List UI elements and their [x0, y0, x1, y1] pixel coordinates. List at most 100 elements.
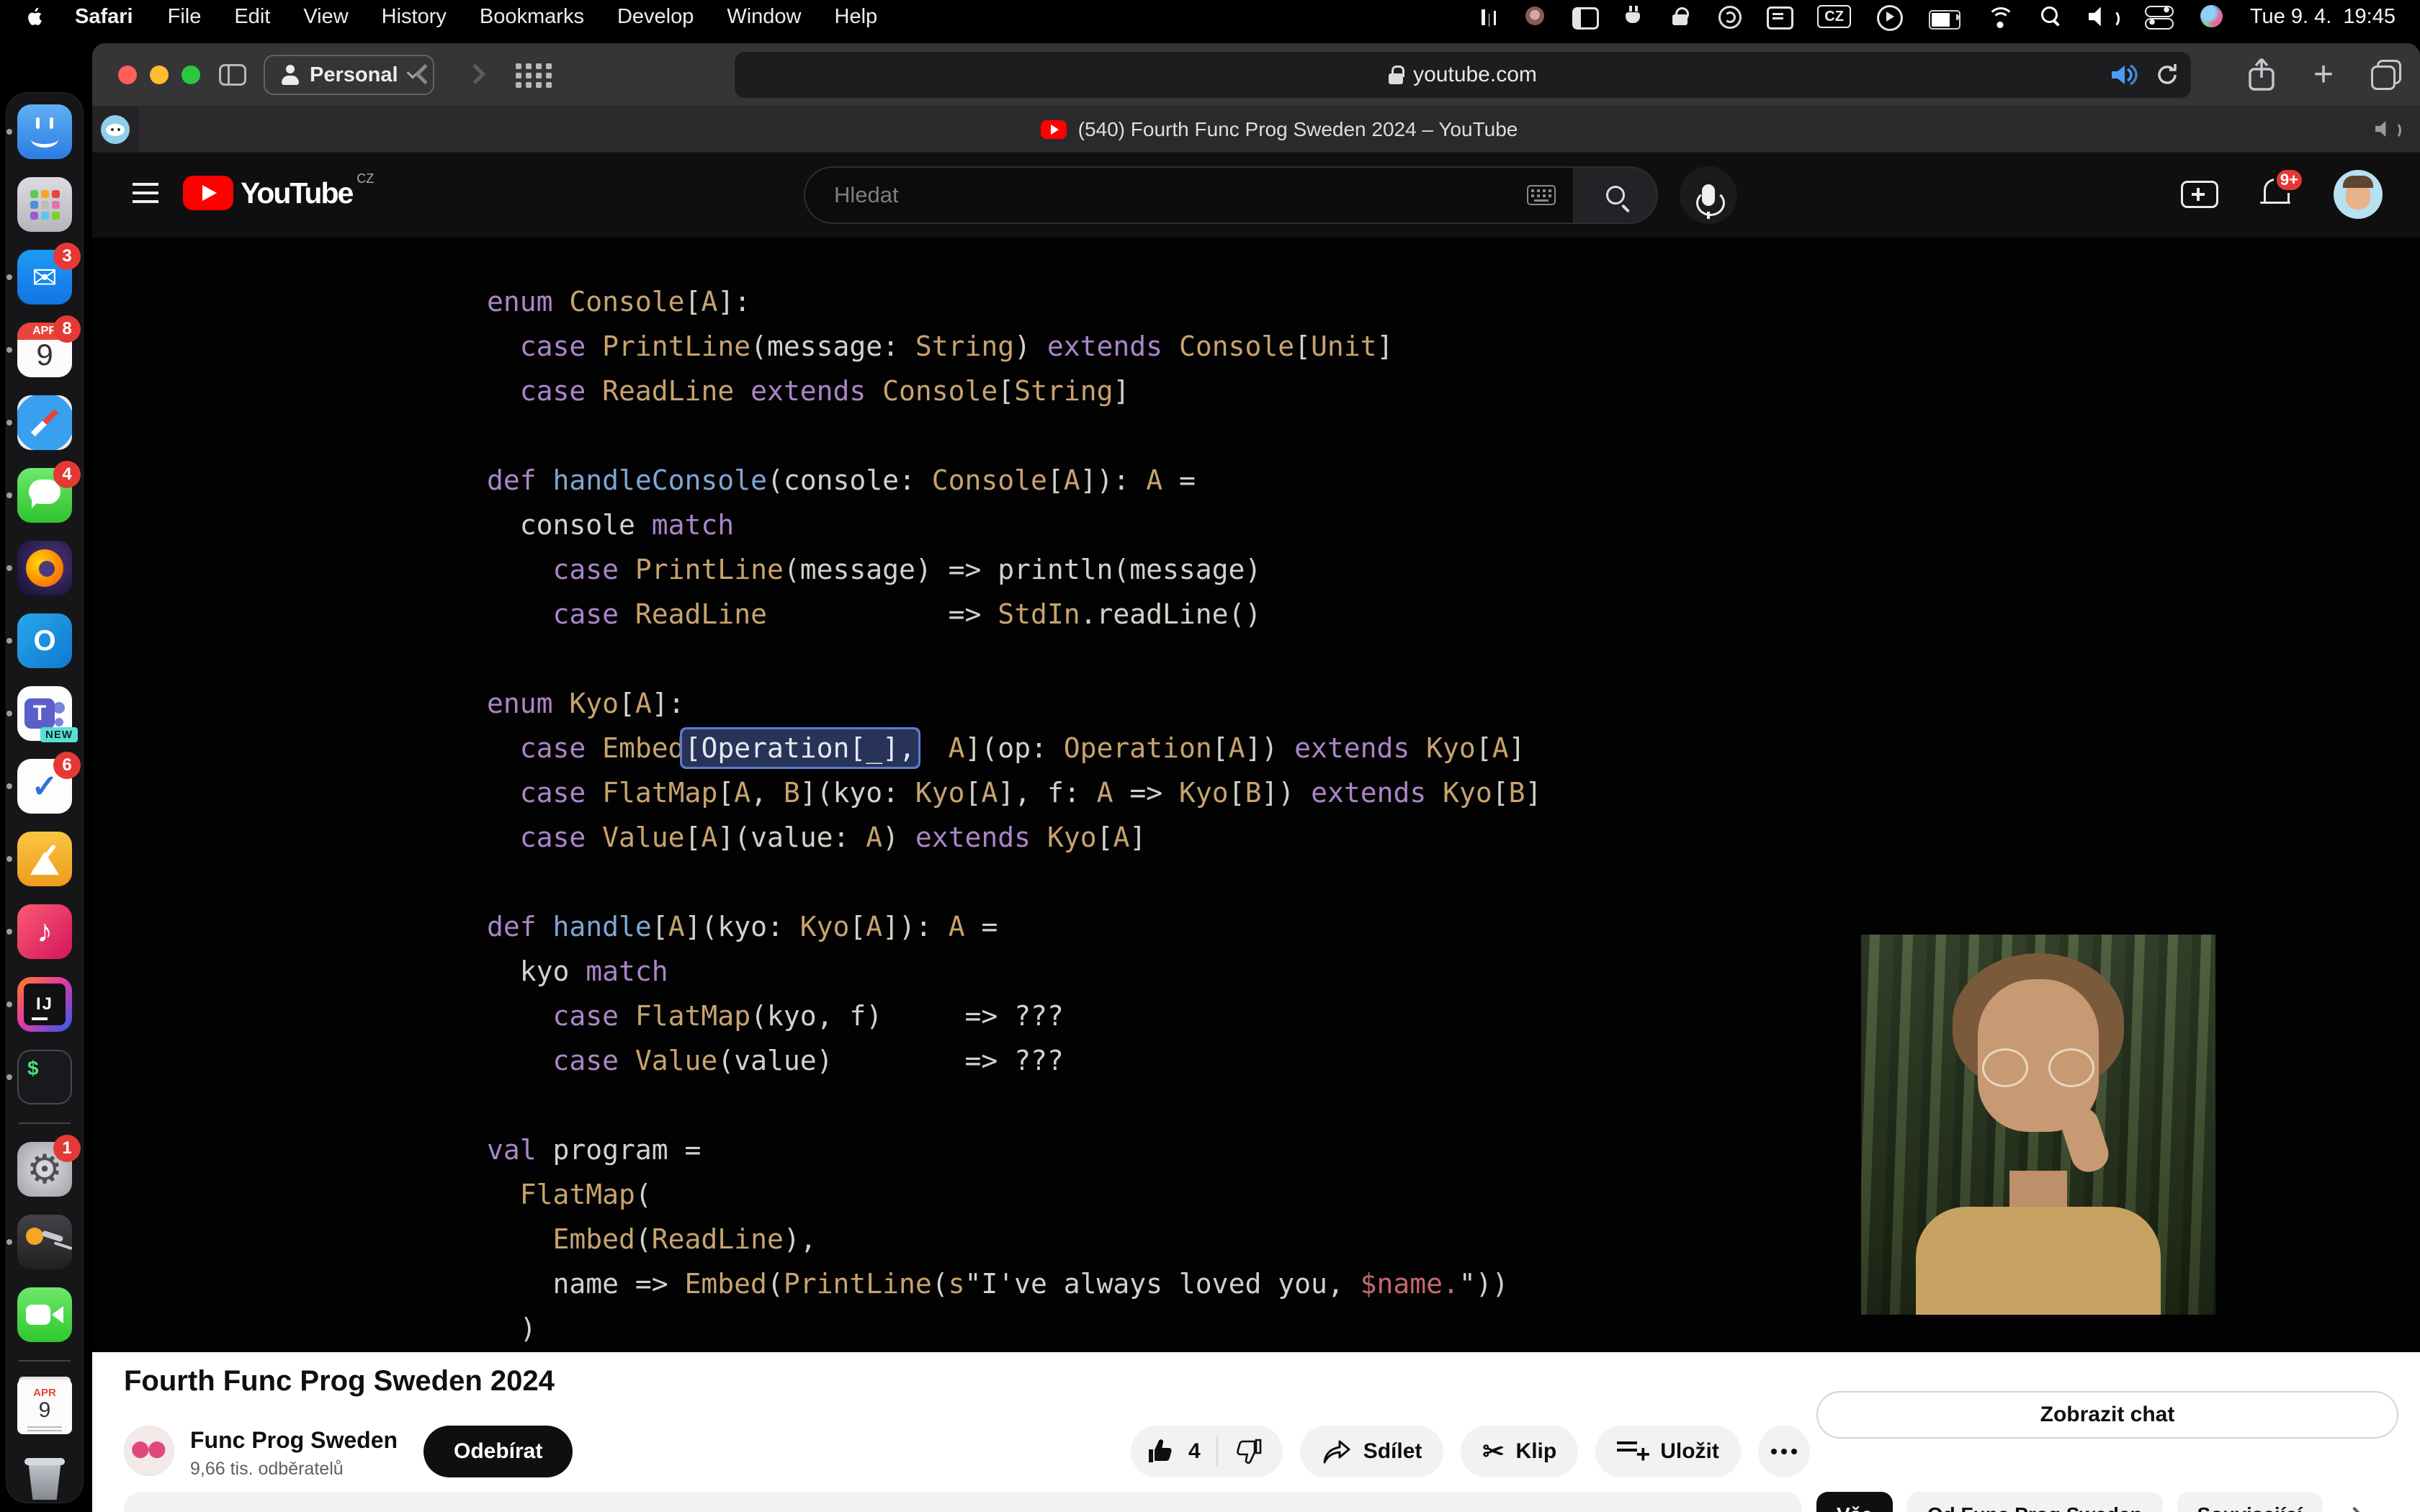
chips-scroll-right-icon[interactable]	[2347, 1507, 2363, 1512]
channel-name[interactable]: Func Prog Sweden	[190, 1427, 398, 1454]
window-zoom-button[interactable]	[182, 66, 200, 84]
chip-3[interactable]: Související	[2177, 1492, 2323, 1512]
menu-app-name[interactable]: Safari	[75, 5, 133, 29]
tab-overview-icon[interactable]	[2371, 60, 2401, 90]
save-button[interactable]: Uložit	[1595, 1426, 1741, 1477]
tab-audio-icon[interactable]	[2110, 63, 2139, 87]
keyboard-icon[interactable]	[1527, 185, 1556, 205]
dock-item-calendar[interactable]: APR98	[17, 323, 72, 377]
siri-icon[interactable]	[2200, 4, 2224, 30]
intellij-app-icon: IJ	[17, 977, 72, 1032]
share-button[interactable]: Sdílet	[1300, 1426, 1444, 1477]
filter-chips: Vše Od Func Prog Sweden Související	[1816, 1492, 2360, 1512]
youtube-favicon	[1041, 120, 1067, 139]
voice-search-button[interactable]	[1680, 166, 1737, 224]
text-scan-icon[interactable]	[1767, 4, 1791, 30]
dock-item-firefox[interactable]	[17, 541, 72, 595]
menu-item-help[interactable]: Help	[835, 5, 878, 28]
dock-item-messages[interactable]: 4	[17, 468, 72, 523]
subscribe-button[interactable]: Odebírat	[424, 1426, 573, 1477]
battery-icon[interactable]	[1929, 4, 1960, 30]
dock-item-launchpad[interactable]	[17, 177, 72, 232]
notification-badge: 3	[53, 243, 81, 270]
menu-status-icons: CZ Tue 9. 4. 19:45	[1480, 0, 2396, 33]
power-adapter-icon[interactable]	[1623, 4, 1644, 30]
menu-item-window[interactable]: Window	[727, 5, 801, 28]
input-source-icon[interactable]: CZ	[1817, 5, 1851, 28]
dock-item-safari[interactable]	[17, 395, 72, 450]
control-center-icon[interactable]	[2145, 4, 2174, 30]
dock-item-intellij[interactable]: IJ	[17, 977, 72, 1032]
pinned-tab-reddit[interactable]	[92, 107, 138, 152]
video-player[interactable]: enum Console[A]: case PrintLine(message:…	[92, 238, 2420, 1352]
hamburger-menu-icon[interactable]	[133, 183, 158, 186]
search-button[interactable]	[1573, 166, 1658, 224]
keychain-app-icon	[17, 1215, 72, 1269]
dock-item-bear[interactable]	[17, 832, 72, 886]
thumbs-down-icon[interactable]	[1234, 1437, 1264, 1466]
microphone-icon	[1702, 184, 1715, 206]
menu-item-edit[interactable]: Edit	[234, 5, 270, 28]
window-close-button[interactable]	[118, 66, 137, 84]
youtube-logo[interactable]: YouTube CZ	[183, 176, 374, 210]
code-line: case FlatMap(kyo, f) => ???	[487, 994, 1541, 1038]
tab-overview-grid-icon[interactable]	[516, 63, 521, 69]
search-input[interactable]	[833, 181, 1527, 209]
notifications-bell-icon[interactable]: 9+	[2259, 176, 2293, 213]
dock-item-keychain[interactable]	[17, 1215, 72, 1269]
channel-avatar[interactable]	[124, 1426, 174, 1476]
description-box[interactable]	[124, 1492, 1802, 1512]
sidebar-toggle-icon[interactable]	[219, 64, 246, 86]
create-video-icon[interactable]	[2181, 181, 2218, 208]
menu-items: File Edit View History Bookmarks Develop Windo…	[168, 5, 911, 29]
thumbs-up-icon[interactable]	[1147, 1437, 1177, 1466]
menu-item-develop[interactable]: Develop	[617, 5, 694, 28]
code-line: def handle[A](kyo: Kyo[A]): A =	[487, 904, 1541, 949]
dock-item-settings[interactable]: ⚙1	[17, 1142, 72, 1197]
spotlight-icon[interactable]	[2040, 4, 2063, 30]
tab-title: (540) Fourth Func Prog Sweden 2024 – You…	[1078, 118, 1518, 141]
seal-badge-icon[interactable]	[1525, 4, 1546, 30]
dock-item-music[interactable]: ♪	[17, 904, 72, 959]
youtube-logo-text: YouTube	[241, 176, 352, 210]
more-actions-button[interactable]	[1758, 1426, 1810, 1477]
search-box[interactable]	[804, 166, 1573, 224]
tab-speaker-icon[interactable]	[2375, 118, 2400, 140]
profile-button[interactable]: Personal	[264, 55, 434, 95]
active-tab[interactable]: (540) Fourth Func Prog Sweden 2024 – You…	[138, 107, 2420, 152]
show-chat-button[interactable]: Zobrazit chat	[1816, 1391, 2398, 1439]
window-minimize-button[interactable]	[150, 66, 169, 84]
wifi-icon[interactable]	[1986, 4, 2014, 30]
dock-item-mail[interactable]: ✉3	[17, 250, 72, 305]
chip-1[interactable]: Vše	[1816, 1492, 1893, 1512]
forward-button[interactable]	[465, 64, 485, 84]
chip-2[interactable]: Od Func Prog Sweden	[1907, 1492, 2163, 1512]
code-line	[487, 860, 1541, 904]
dock-item-terminal[interactable]: $	[17, 1050, 72, 1104]
new-tab-icon[interactable]: +	[2313, 60, 2334, 89]
dock-item-outlook[interactable]: O	[17, 613, 72, 668]
share-icon[interactable]	[2247, 58, 2276, 92]
clip-button[interactable]: ✂ Klip	[1461, 1426, 1578, 1477]
dock-item-facetime[interactable]	[17, 1287, 72, 1342]
apple-menu-icon[interactable]	[24, 4, 46, 30]
url-field[interactable]: youtube.com	[735, 52, 2191, 98]
menu-item-bookmarks[interactable]: Bookmarks	[480, 5, 584, 28]
menu-clock[interactable]: Tue 9. 4. 19:45	[2250, 5, 2396, 29]
volume-icon[interactable]	[2089, 4, 2119, 30]
dock-item-trash[interactable]	[17, 1452, 72, 1507]
lock-edit-icon[interactable]	[1670, 4, 1692, 30]
spiral-icon[interactable]	[1718, 4, 1741, 30]
dock-item-finder[interactable]	[17, 104, 72, 159]
dock-item-things[interactable]: ✓6	[17, 759, 72, 814]
dock-item-eventfile[interactable]: APR9	[17, 1380, 72, 1434]
now-playing-icon[interactable]	[1480, 4, 1499, 30]
dock-item-teams[interactable]: TNEW	[17, 686, 72, 741]
menu-item-file[interactable]: File	[168, 5, 202, 28]
play-status-icon[interactable]	[1877, 4, 1903, 30]
reload-icon[interactable]	[2154, 61, 2181, 89]
window-layout-icon[interactable]	[1572, 4, 1597, 30]
menu-item-history[interactable]: History	[382, 5, 447, 28]
menu-item-view[interactable]: View	[303, 5, 348, 28]
account-avatar[interactable]	[2334, 170, 2383, 219]
